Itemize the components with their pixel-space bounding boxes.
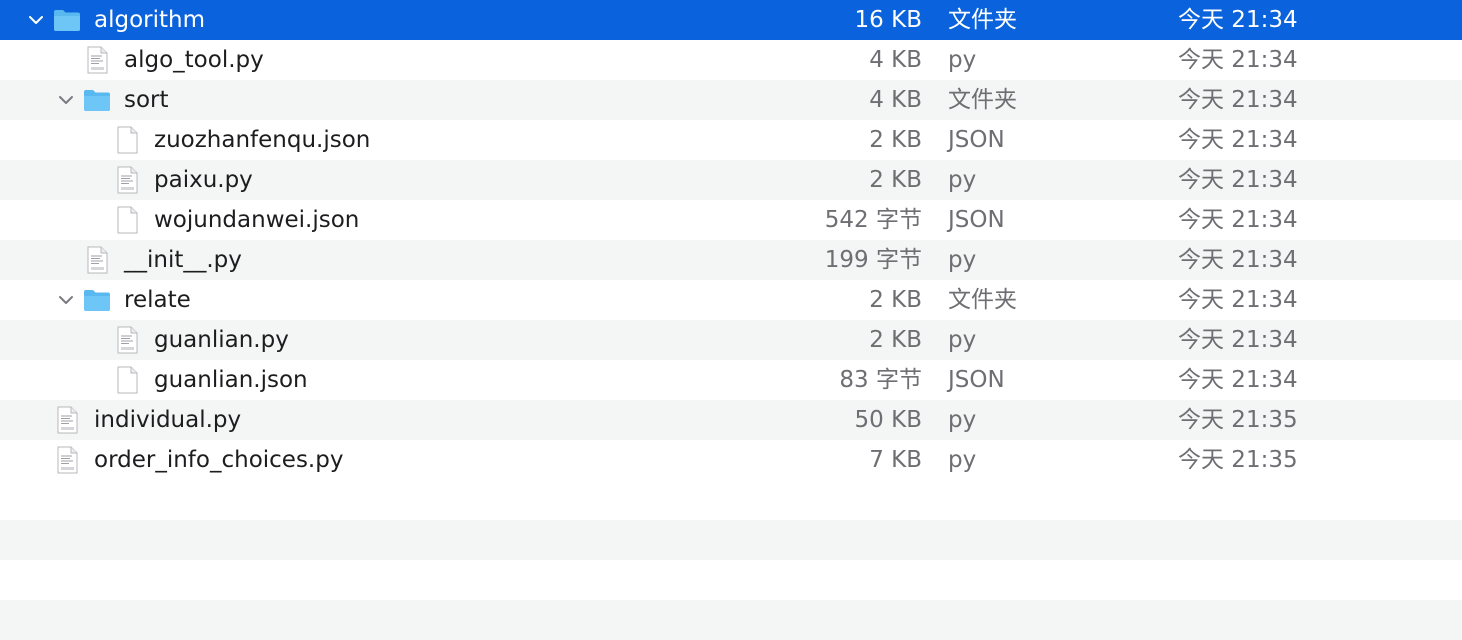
file-row[interactable]: guanlian.json 83 字节 JSON 今天 21:34 (0, 360, 1462, 400)
file-kind: JSON (948, 207, 1005, 233)
file-name: algo_tool.py (124, 47, 264, 73)
file-row[interactable]: individual.py 50 KB py 今天 21:35 (0, 400, 1462, 440)
python-file-icon (112, 165, 142, 195)
file-size: 4 KB (869, 87, 922, 113)
file-row[interactable]: sort 4 KB 文件夹 今天 21:34 (0, 80, 1462, 120)
file-row[interactable]: algorithm 16 KB 文件夹 今天 21:34 (0, 0, 1462, 40)
file-name: relate (124, 287, 191, 313)
file-row[interactable]: paixu.py 2 KB py 今天 21:34 (0, 160, 1462, 200)
file-size: 16 KB (854, 7, 922, 33)
python-file-icon (82, 245, 112, 275)
file-name: paixu.py (154, 167, 253, 193)
empty-row (0, 600, 1462, 640)
python-file-icon (82, 45, 112, 75)
file-row[interactable]: order_info_choices.py 7 KB py 今天 21:35 (0, 440, 1462, 480)
file-date: 今天 21:34 (1178, 247, 1298, 273)
file-kind: py (948, 167, 977, 193)
file-size: 83 字节 (839, 367, 922, 393)
file-date: 今天 21:34 (1178, 167, 1298, 193)
folder-icon (82, 285, 112, 315)
chevron-down-icon[interactable] (26, 10, 46, 30)
python-file-icon (112, 325, 142, 355)
file-date: 今天 21:35 (1178, 407, 1298, 433)
file-kind: py (948, 327, 977, 353)
file-date: 今天 21:34 (1178, 287, 1298, 313)
file-name: algorithm (94, 7, 206, 33)
file-name: __init__.py (124, 247, 242, 273)
file-name: sort (124, 87, 169, 113)
file-kind: JSON (948, 367, 1005, 393)
file-size: 4 KB (869, 47, 922, 73)
file-kind: py (948, 247, 977, 273)
file-name: wojundanwei.json (154, 207, 360, 233)
file-date: 今天 21:35 (1178, 447, 1298, 473)
file-kind: 文件夹 (948, 7, 1017, 33)
file-date: 今天 21:34 (1178, 87, 1298, 113)
file-date: 今天 21:34 (1178, 127, 1298, 153)
file-row[interactable]: guanlian.py 2 KB py 今天 21:34 (0, 320, 1462, 360)
file-name: order_info_choices.py (94, 447, 344, 473)
folder-icon (52, 5, 82, 35)
file-size: 2 KB (869, 167, 922, 193)
file-kind: py (948, 47, 977, 73)
file-size: 199 字节 (824, 247, 922, 273)
file-date: 今天 21:34 (1178, 327, 1298, 353)
file-size: 2 KB (869, 287, 922, 313)
empty-row (0, 560, 1462, 600)
file-kind: 文件夹 (948, 287, 1017, 313)
chevron-down-icon[interactable] (56, 290, 76, 310)
file-kind: py (948, 407, 977, 433)
file-date: 今天 21:34 (1178, 367, 1298, 393)
file-size: 542 字节 (824, 207, 922, 233)
file-row[interactable]: algo_tool.py 4 KB py 今天 21:34 (0, 40, 1462, 80)
file-icon (112, 125, 142, 155)
file-name: zuozhanfenqu.json (154, 127, 371, 153)
empty-row (0, 520, 1462, 560)
chevron-down-icon[interactable] (56, 90, 76, 110)
folder-icon (82, 85, 112, 115)
file-icon (112, 205, 142, 235)
file-row[interactable]: zuozhanfenqu.json 2 KB JSON 今天 21:34 (0, 120, 1462, 160)
file-kind: py (948, 447, 977, 473)
python-file-icon (52, 405, 82, 435)
empty-row (0, 480, 1462, 520)
file-kind: 文件夹 (948, 87, 1017, 113)
file-date: 今天 21:34 (1178, 47, 1298, 73)
file-date: 今天 21:34 (1178, 7, 1298, 33)
file-row[interactable]: __init__.py 199 字节 py 今天 21:34 (0, 240, 1462, 280)
file-row[interactable]: wojundanwei.json 542 字节 JSON 今天 21:34 (0, 200, 1462, 240)
file-name: individual.py (94, 407, 242, 433)
python-file-icon (52, 445, 82, 475)
file-size: 2 KB (869, 327, 922, 353)
file-size: 2 KB (869, 127, 922, 153)
file-row[interactable]: relate 2 KB 文件夹 今天 21:34 (0, 280, 1462, 320)
file-name: guanlian.py (154, 327, 289, 353)
file-icon (112, 365, 142, 395)
file-kind: JSON (948, 127, 1005, 153)
file-size: 50 KB (854, 407, 922, 433)
file-list: algorithm 16 KB 文件夹 今天 21:34 algo_tool.p… (0, 0, 1462, 640)
file-date: 今天 21:34 (1178, 207, 1298, 233)
file-size: 7 KB (869, 447, 922, 473)
file-name: guanlian.json (154, 367, 308, 393)
